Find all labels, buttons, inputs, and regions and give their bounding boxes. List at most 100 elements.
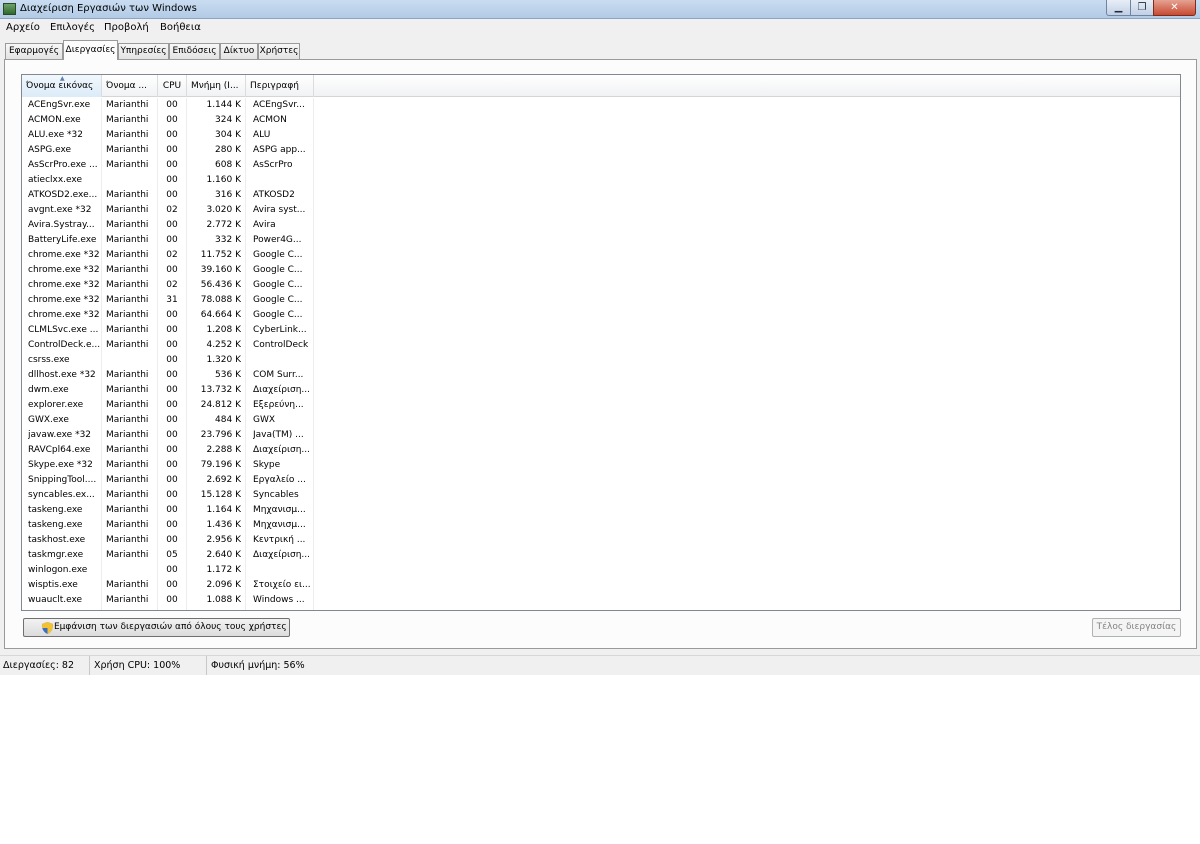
show-all-users-processes-button[interactable]: Εμφάνιση των διεργασιών από όλους τους χ… [23,618,290,637]
cell-user-name: Marianthi [106,160,149,170]
end-process-button[interactable]: Τέλος διεργασίας [1092,618,1181,637]
table-row[interactable]: chrome.exe *32 Marianthi 31 78.088 K Google … [22,293,1180,308]
cell-image-name: atieclxx.exe [28,175,83,185]
table-row[interactable]: explorer.exe Marianthi 00 24.812 K Εξερεύνη.… [22,398,1180,413]
table-row[interactable]: BatteryLife.exe Marianthi 00 332 K Power4G..… [22,233,1180,248]
cell-description: Google C... [253,295,303,305]
cell-memory: 24.812 K [200,400,241,410]
table-row[interactable]: wisptis.exe Marianthi 00 2.096 K Στοιχείο ει… [22,578,1180,593]
cell-description: ASPG app... [253,145,306,155]
cell-description: Java(TM) ... [253,430,304,440]
cell-cpu: 00 [166,355,178,365]
process-list[interactable]: ▲ Όνομα εικόνας Όνομα ... CPU Μνήμη (Ι..… [21,74,1181,611]
cell-description: Διαχείριση... [253,445,310,455]
table-row[interactable]: ACMON.exe Marianthi 00 324 K ACMON [22,113,1180,128]
cell-memory: 332 K [215,235,241,245]
cell-description: Syncables [253,490,299,500]
cell-image-name: chrome.exe *32 [28,265,100,275]
cell-memory: 1.436 K [206,520,241,530]
table-row[interactable]: dllhost.exe *32 Marianthi 00 536 K COM Surr.… [22,368,1180,383]
table-row[interactable]: dwm.exe Marianthi 00 13.732 K Διαχείριση... [22,383,1180,398]
menu-options[interactable]: Επιλογές [50,22,95,33]
maximize-button[interactable]: ❐ [1130,0,1154,16]
cell-description: Εργαλείο ... [253,475,306,485]
list-header: ▲ Όνομα εικόνας Όνομα ... CPU Μνήμη (Ι..… [22,75,1180,97]
table-row[interactable]: RAVCpl64.exe Marianthi 00 2.288 K Διαχείριση… [22,443,1180,458]
column-user-name[interactable]: Όνομα ... [102,75,158,97]
table-row[interactable]: ASPG.exe Marianthi 00 280 K ASPG app... [22,143,1180,158]
cell-cpu: 00 [166,430,178,440]
table-row[interactable]: CLMLSvc.exe ... Marianthi 00 1.208 K CyberLi… [22,323,1180,338]
cell-image-name: syncables.ex... [28,490,95,500]
cell-image-name: taskeng.exe [28,505,83,515]
cell-description: GWX [253,415,276,425]
table-row[interactable]: chrome.exe *32 Marianthi 00 39.160 K Google … [22,263,1180,278]
cell-cpu: 05 [166,550,178,560]
table-row[interactable]: ACEngSvr.exe Marianthi 00 1.144 K ACEngSvr..… [22,98,1180,113]
table-row[interactable]: syncables.ex... Marianthi 00 15.128 K Syncab… [22,488,1180,503]
table-row[interactable]: ControlDeck.e... Marianthi 00 4.252 K Contro… [22,338,1180,353]
table-row[interactable]: csrss.exe 00 1.320 K [22,353,1180,368]
cell-image-name: explorer.exe [28,400,84,410]
cell-description [253,173,311,188]
menu-file[interactable]: Αρχείο [6,22,40,33]
cell-description: Διαχείριση... [253,550,310,560]
table-row[interactable]: winlogon.exe 00 1.172 K [22,563,1180,578]
table-row[interactable]: javaw.exe *32 Marianthi 00 23.796 K Java(TM)… [22,428,1180,443]
table-row[interactable]: taskhost.exe Marianthi 00 2.956 K Κεντρική .… [22,533,1180,548]
tab-services[interactable]: Υπηρεσίες [118,43,169,59]
title-bar[interactable]: Διαχείριση Εργασιών των Windows ▁ ❐ ✕ [0,0,1200,19]
table-row[interactable]: chrome.exe *32 Marianthi 00 64.664 K Google … [22,308,1180,323]
cell-cpu: 00 [166,595,178,605]
minimize-button[interactable]: ▁ [1106,0,1131,16]
cell-memory: 79.196 K [200,460,241,470]
table-row[interactable]: taskeng.exe Marianthi 00 1.164 K Μηχανισμ... [22,503,1180,518]
tab-strip: Εφαρμογές Διεργασίες Υπηρεσίες Επιδόσεις… [0,40,1200,60]
column-cpu[interactable]: CPU [158,75,187,97]
table-row[interactable]: chrome.exe *32 Marianthi 02 11.752 K Google … [22,248,1180,263]
table-row[interactable]: taskeng.exe Marianthi 00 1.436 K Μηχανισμ... [22,518,1180,533]
cell-description: Google C... [253,265,303,275]
cell-user-name: Marianthi [106,295,149,305]
cell-memory: 2.956 K [206,535,241,545]
cell-memory: 1.144 K [206,100,241,110]
cell-cpu: 00 [166,535,178,545]
menu-help[interactable]: Βοήθεια [160,22,201,33]
cell-cpu: 00 [166,220,178,230]
cell-description [253,563,311,578]
column-memory[interactable]: Μνήμη (Ι... [187,75,246,97]
tab-applications[interactable]: Εφαρμογές [5,43,63,59]
table-row[interactable]: SnippingTool.... Marianthi 00 2.692 K Εργαλε… [22,473,1180,488]
tab-processes[interactable]: Διεργασίες [63,40,118,60]
tab-networking[interactable]: Δίκτυο [220,43,258,59]
table-row[interactable]: Skype.exe *32 Marianthi 00 79.196 K Skype [22,458,1180,473]
table-row[interactable]: AsScrPro.exe ... Marianthi 00 608 K AsScrPro [22,158,1180,173]
table-row[interactable]: Avira.Systray... Marianthi 00 2.772 K Avira [22,218,1180,233]
tab-performance[interactable]: Επιδόσεις [169,43,220,59]
menu-view[interactable]: Προβολή [104,22,149,33]
cell-image-name: wisptis.exe [28,580,78,590]
table-row[interactable]: ALU.exe *32 Marianthi 00 304 K ALU [22,128,1180,143]
sort-ascending-icon: ▲ [60,75,65,82]
cell-image-name: ATKOSD2.exe... [28,190,98,200]
cell-image-name: chrome.exe *32 [28,310,100,320]
cell-image-name: CLMLSvc.exe ... [28,325,99,335]
cell-memory: 78.088 K [200,295,241,305]
cell-description: Google C... [253,280,303,290]
cell-user-name: Marianthi [106,385,149,395]
table-row[interactable]: chrome.exe *32 Marianthi 02 56.436 K Google … [22,278,1180,293]
table-row[interactable]: avgnt.exe *32 Marianthi 02 3.020 K Avira sys… [22,203,1180,218]
table-row[interactable]: taskmgr.exe Marianthi 05 2.640 K Διαχείριση.… [22,548,1180,563]
table-row[interactable]: atieclxx.exe 00 1.160 K [22,173,1180,188]
table-row[interactable]: wuauclt.exe Marianthi 00 1.088 K Windows ... [22,593,1180,608]
column-image-name[interactable]: ▲ Όνομα εικόνας [22,75,102,97]
cell-user-name: Marianthi [106,250,149,260]
table-row[interactable]: GWX.exe Marianthi 00 484 K GWX [22,413,1180,428]
column-description[interactable]: Περιγραφή [246,75,314,97]
close-button[interactable]: ✕ [1153,0,1196,16]
table-row[interactable]: ATKOSD2.exe... Marianthi 00 316 K ATKOSD2 [22,188,1180,203]
tab-users[interactable]: Χρήστες [258,43,300,59]
cell-cpu: 31 [166,295,178,305]
cell-user-name: Marianthi [106,130,149,140]
cell-memory: 3.020 K [206,205,241,215]
